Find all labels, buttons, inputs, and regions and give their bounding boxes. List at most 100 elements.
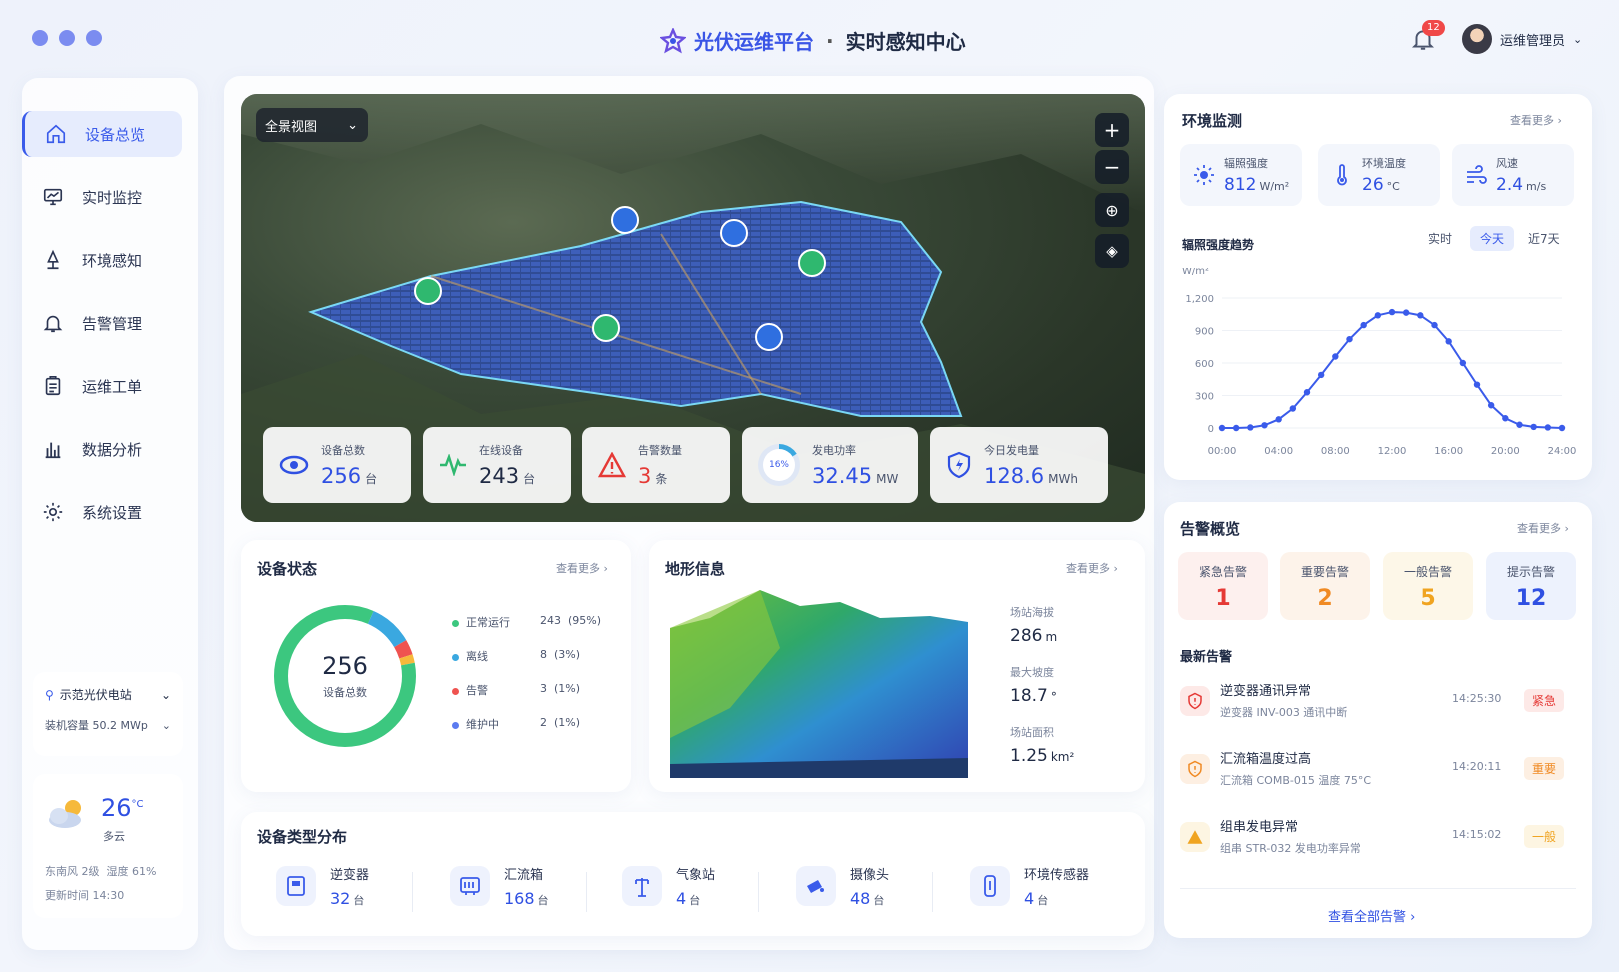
trend-tab[interactable]: 今天 — [1470, 226, 1515, 251]
alarm-summary-box[interactable]: 紧急告警 1 — [1178, 552, 1268, 620]
clipboard-icon — [45, 376, 61, 396]
chart-data-point — [1275, 416, 1282, 423]
sidebar-item-alarms[interactable]: 告警管理 — [22, 300, 182, 346]
legend-count: 243 — [540, 614, 561, 627]
stat-value: 128.6 — [984, 464, 1045, 488]
map-marker-icon[interactable] — [414, 277, 442, 305]
wind-icon — [1467, 165, 1487, 184]
alarm-summary-box[interactable]: 提示告警 12 — [1486, 552, 1576, 620]
legend-dot — [452, 653, 459, 661]
env-metric-unit: m/s — [1526, 180, 1547, 193]
gear-icon — [43, 502, 63, 522]
view-more-link[interactable]: 查看更多 › — [1510, 112, 1562, 128]
sidebar-item-monitor[interactable]: 实时监控 — [22, 174, 182, 220]
weather-temp-unit: °C — [131, 799, 144, 810]
device-type-item[interactable]: 气象站 4 台 — [622, 864, 715, 908]
env-metric-value: 812 — [1224, 175, 1257, 195]
view-select[interactable]: 全景视图 ⌄ — [256, 108, 368, 142]
sidebar-item-settings[interactable]: 系统设置 — [22, 489, 182, 535]
device-type-unit: 台 — [873, 894, 885, 907]
sidebar-item-workorder[interactable]: 运维工单 — [22, 363, 182, 409]
chart-x-tick: 24:00 — [1548, 446, 1577, 457]
chevron-down-icon: ⌄ — [160, 687, 171, 702]
chart-data-point — [1487, 402, 1495, 409]
legend-label: 维护中 — [466, 718, 499, 731]
view-more-link[interactable]: 查看更多 › — [556, 560, 608, 576]
stat-unit: MWh — [1048, 472, 1078, 486]
alarm-list-item[interactable]: 逆变器通讯异常 逆变器 INV-003 通讯中断 14:25:30 紧急 — [1180, 680, 1580, 736]
map-marker-icon[interactable] — [720, 219, 748, 247]
chart-y-tick: 600 — [1195, 359, 1214, 370]
stat-label: 设备总数 — [321, 444, 365, 457]
divider — [758, 872, 759, 912]
view-all-alarms-link[interactable]: 查看全部告警 › — [1328, 906, 1415, 925]
device-type-icon-box — [276, 866, 316, 906]
chart-data-point — [1402, 309, 1410, 316]
device-type-item[interactable]: 摄像头 48 台 — [796, 864, 889, 908]
sidebar-item-label: 运维工单 — [82, 377, 143, 396]
map-marker-icon[interactable] — [798, 249, 826, 277]
chart-data-point — [1303, 389, 1311, 396]
divider — [1180, 888, 1576, 889]
legend-label: 正常运行 — [466, 616, 510, 629]
alarm-summary-label: 一般告警 — [1403, 565, 1452, 579]
alarm-list-item[interactable]: 汇流箱温度过高 汇流箱 COMB-015 温度 75°C 14:20:11 重要 — [1180, 748, 1580, 804]
alarm-summary-box[interactable]: 重要告警 2 — [1280, 552, 1370, 620]
shield-bolt-icon — [947, 451, 971, 479]
zoom-in-button[interactable]: + — [1095, 113, 1129, 147]
window-dot-icon[interactable] — [59, 30, 75, 46]
stat-value: 243 — [479, 464, 520, 488]
device-type-item[interactable]: 汇流箱 168 台 — [450, 864, 549, 908]
alarm-list-item[interactable]: 组串发电异常 组串 STR-032 发电功率异常 14:15:02 一般 — [1180, 816, 1580, 872]
chart-data-point — [1502, 415, 1509, 422]
device-type-item[interactable]: 环境传感器 4 台 — [970, 864, 1089, 908]
chart-data-point — [1317, 371, 1325, 379]
env-metric-value: 2.4 — [1496, 175, 1524, 195]
sidebar-item-analytics[interactable]: 数据分析 — [22, 426, 182, 472]
location-pin-icon: ⚲ — [45, 687, 54, 702]
map-marker-icon[interactable] — [611, 206, 639, 234]
window-dot-icon[interactable] — [86, 30, 102, 46]
chart-data-point — [1459, 359, 1467, 367]
trend-tab[interactable]: 实时 — [1418, 226, 1462, 251]
bar-chart-icon — [45, 442, 61, 459]
station-selector[interactable]: ⚲ 示范光伏电站 ⌄ 装机容量 50.2 MWp ⌄ — [33, 672, 183, 756]
divider — [586, 872, 587, 912]
tree-icon — [47, 249, 59, 270]
env-metric-label: 环境温度 — [1362, 157, 1406, 170]
terrain-stat-value: 18.7 — [1010, 686, 1048, 706]
sidebar-item-label: 设备总览 — [85, 125, 146, 144]
map-marker-icon[interactable] — [592, 314, 620, 342]
device-type-label: 气象站 — [676, 868, 716, 883]
device-type-item[interactable]: 逆变器 32 台 — [276, 864, 369, 908]
layers-button[interactable]: ◈ — [1095, 234, 1129, 268]
locate-button[interactable]: ⊕ — [1095, 193, 1129, 227]
map-marker-icon[interactable] — [755, 323, 783, 351]
sidebar-item-overview[interactable]: 设备总览 — [22, 111, 182, 157]
weather-updated: 更新时间 14:30 — [45, 889, 125, 902]
alarm-summary-box[interactable]: 一般告警 5 — [1383, 552, 1473, 620]
sidebar-item-environment[interactable]: 环境感知 — [22, 237, 182, 283]
env-metric-label: 风速 — [1496, 157, 1518, 170]
trend-tab[interactable]: 近7天 — [1518, 226, 1570, 251]
chart-data-point — [1473, 381, 1481, 388]
env-metric-unit: W/m² — [1259, 180, 1290, 193]
monitor-chart-icon — [43, 188, 63, 206]
terrain-stat-value: 286 — [1010, 626, 1043, 646]
zoom-out-button[interactable]: − — [1095, 150, 1129, 184]
env-metric: 环境温度 26 °C — [1318, 144, 1440, 206]
weather-wind: 东南风 2级 — [45, 865, 100, 878]
device-type-unit: 台 — [353, 894, 365, 907]
view-more-link[interactable]: 查看更多 › — [1517, 520, 1569, 536]
alarm-desc: 汇流箱 COMB-015 温度 75°C — [1220, 774, 1372, 787]
user-name: 运维管理员 — [1500, 33, 1566, 49]
legend-pct: (1%) — [554, 682, 581, 695]
window-dot-icon[interactable] — [32, 30, 48, 46]
chart-data-point — [1558, 424, 1566, 432]
user-menu[interactable]: 运维管理员 ⌄ — [1462, 24, 1582, 54]
sensor-icon — [984, 875, 996, 897]
view-more-link[interactable]: 查看更多 › — [1066, 560, 1118, 576]
terrain-stat-label: 最大坡度 — [1010, 666, 1054, 679]
donut-total-label: 设备总数 — [323, 686, 367, 699]
chart-x-tick: 20:00 — [1491, 446, 1520, 457]
